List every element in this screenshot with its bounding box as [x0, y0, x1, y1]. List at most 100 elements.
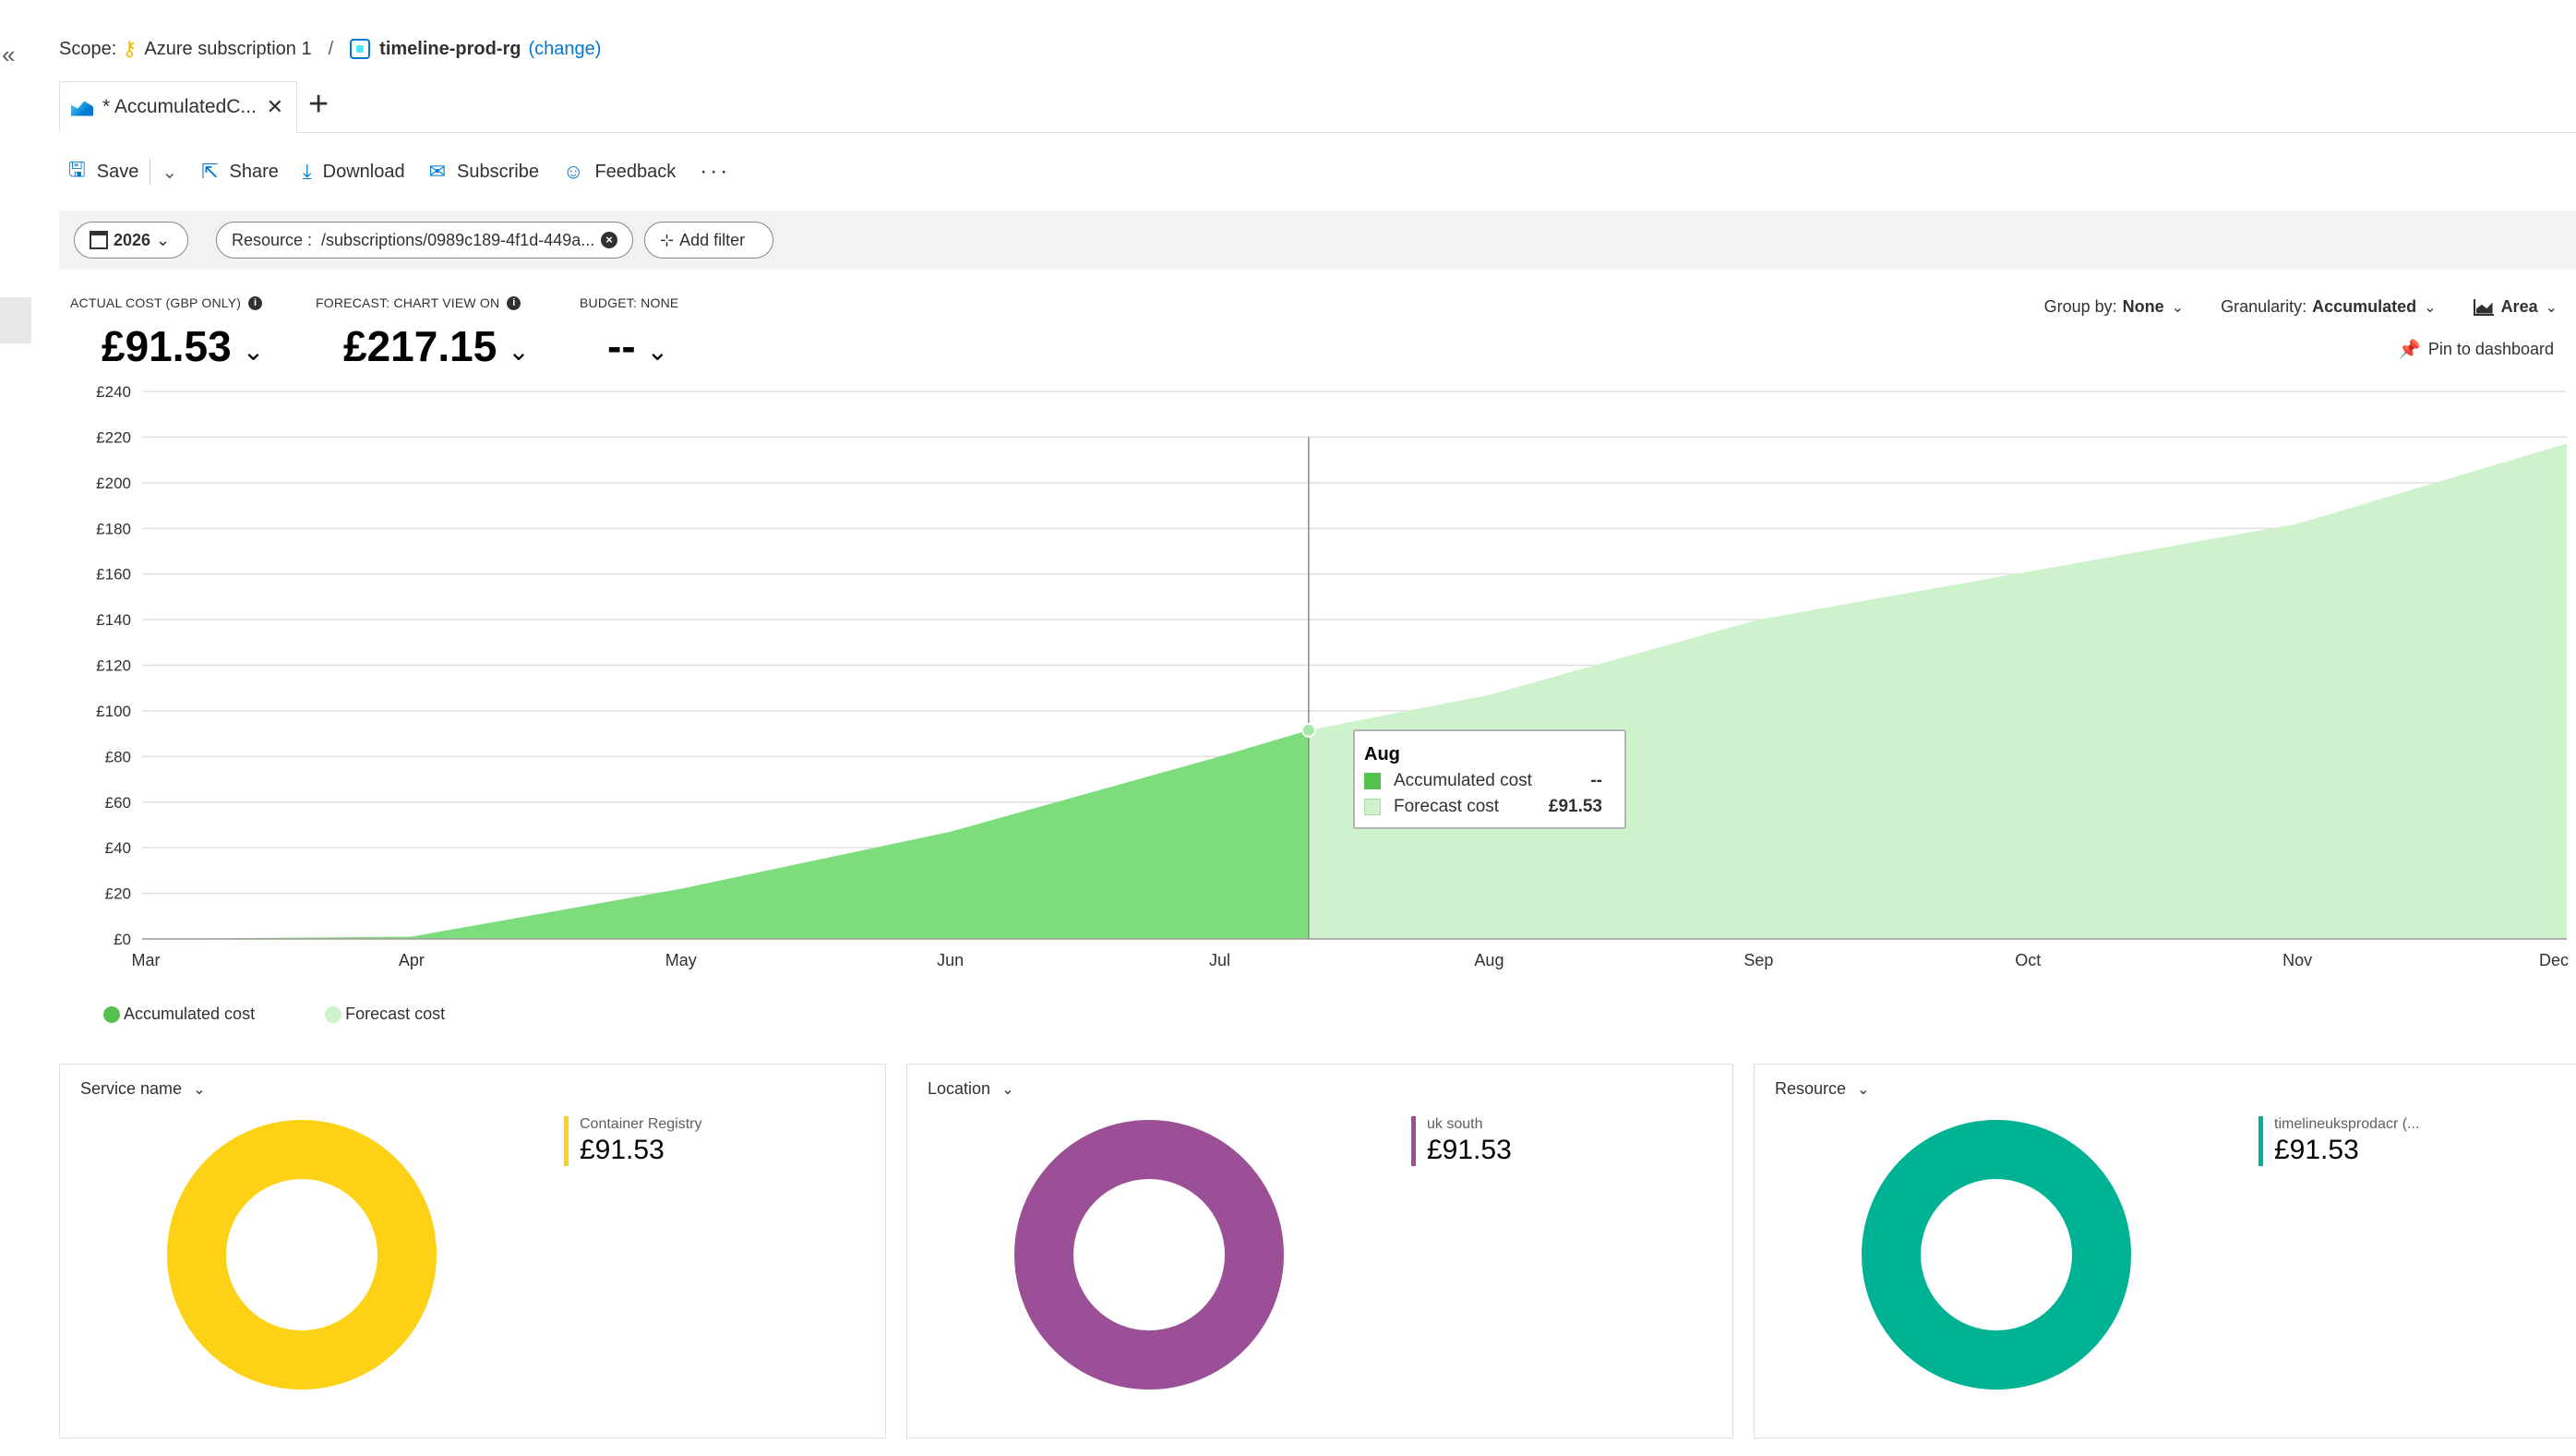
tooltip-row-actual: Accumulated cost --	[1364, 771, 1615, 791]
x-tick-label: Nov	[2282, 951, 2312, 969]
y-tick-label: £200	[96, 475, 131, 492]
share-icon: ⇱	[201, 160, 219, 183]
share-button[interactable]: ⇱ Share	[201, 160, 279, 184]
resource-filter-pill[interactable]: Resource : /subscriptions/0989c189-4f1d-…	[216, 222, 633, 259]
area-chart-icon	[2473, 298, 2494, 316]
x-tick-label: Aug	[1474, 951, 1504, 969]
scope-change-link[interactable]: (change)	[529, 39, 602, 60]
scope-bar: Scope: ⚷ Azure subscription 1 / timeline…	[59, 37, 601, 61]
chevron-down-icon[interactable]: ⌄	[647, 336, 668, 367]
actual-cost-value: £91.53	[102, 322, 232, 370]
close-icon[interactable]: ✕	[267, 95, 283, 119]
group-by-dropdown[interactable]: Group by: None ⌄	[2044, 297, 2184, 317]
card-title: Location	[928, 1079, 991, 1098]
chevron-down-icon[interactable]: ⌄	[243, 336, 264, 367]
legend-label: Accumulated cost	[124, 1005, 256, 1023]
granularity-dropdown[interactable]: Granularity: Accumulated ⌄	[2221, 297, 2436, 317]
key-icon: ⚷	[122, 37, 138, 60]
group-by-label: Group by:	[2043, 297, 2117, 316]
more-icon[interactable]: ···	[700, 159, 730, 185]
remove-filter-icon[interactable]: ×	[601, 232, 617, 248]
tab-label: * AccumulatedC...	[102, 95, 257, 117]
hover-point	[1300, 722, 1316, 738]
legend-dot	[325, 1005, 342, 1023]
download-button[interactable]: ⤓ Download	[303, 160, 405, 184]
location-dropdown[interactable]: Location ⌄	[928, 1079, 1013, 1099]
tooltip-swatch	[1364, 773, 1381, 789]
scope-subscription[interactable]: Azure subscription 1	[144, 39, 311, 60]
group-by-value: None	[2122, 297, 2164, 316]
area-chart-icon	[71, 101, 93, 116]
tooltip-row-forecast: Forecast cost £91.53	[1364, 797, 1615, 817]
subscribe-label: Subscribe	[457, 161, 539, 182]
service-name-dropdown[interactable]: Service name ⌄	[80, 1079, 205, 1099]
y-tick-label: £20	[105, 885, 131, 903]
view-controls: Group by: None ⌄ Granularity: Accumulated ⌄ …	[2007, 297, 2558, 317]
legend-dot	[103, 1005, 120, 1023]
donut-slice[interactable]	[167, 1120, 437, 1390]
filter-key: Resource :	[232, 230, 313, 249]
pin-to-dashboard-button[interactable]: 📌 Pin to dashboard	[2398, 338, 2554, 361]
y-tick-label: £160	[96, 566, 131, 584]
cost-area-chart[interactable]: £0 £20 £40 £60 £80 £100 £120 £140 £160 £180 £200 £2…	[0, 369, 2576, 979]
add-tab-button[interactable]: +	[308, 85, 329, 125]
resource-dropdown[interactable]: Resource ⌄	[1775, 1079, 1869, 1099]
chevron-down-icon[interactable]: ⌄	[508, 336, 529, 367]
location-donut-chart[interactable]	[1011, 1116, 1288, 1393]
x-tick-label: Oct	[2015, 951, 2041, 969]
donut-slice[interactable]	[1014, 1120, 1284, 1390]
download-label: Download	[322, 161, 405, 182]
y-tick-label: £140	[96, 611, 131, 629]
legend-item-forecast[interactable]: Forecast cost	[325, 1005, 445, 1024]
actual-cost-label: ACTUAL COST (GBP ONLY)	[70, 295, 242, 310]
change-label[interactable]: change	[534, 39, 595, 59]
card-legend-item: timelineuksprodacr (...	[2274, 1116, 2420, 1132]
breakdown-card-resource: Resource ⌄ timelineuksprodacr (... £91.53	[1754, 1064, 2576, 1438]
donut-slice[interactable]	[1862, 1120, 2131, 1390]
chevron-down-icon[interactable]: ⌄	[162, 161, 177, 184]
save-button[interactable]: 🖫 Save	[68, 154, 138, 189]
y-tick-label: £180	[96, 520, 131, 537]
x-tick-label: Sep	[1743, 951, 1773, 969]
tooltip-title: Aug	[1364, 744, 1400, 764]
y-tick-label: £60	[105, 794, 131, 812]
subscribe-icon: ✉	[428, 160, 447, 183]
add-filter-button[interactable]: ⊹ Add filter	[644, 222, 773, 259]
feedback-icon: ☺	[562, 160, 584, 183]
y-tick-label: £100	[96, 703, 131, 720]
view-tabs: * AccumulatedC... ✕ +	[59, 81, 2576, 133]
add-filter-label: Add filter	[679, 230, 746, 249]
card-legend: uk south £91.53	[1411, 1116, 1512, 1166]
resource-group-icon	[350, 39, 371, 59]
subscribe-button[interactable]: ✉ Subscribe	[429, 160, 539, 184]
chart-type-dropdown[interactable]: Area ⌄	[2473, 297, 2558, 317]
chevron-down-icon: ⌄	[1857, 1082, 1870, 1098]
date-range-pill[interactable]: 2026 ⌄	[74, 222, 188, 259]
info-icon[interactable]: i	[507, 295, 521, 310]
forecast-value: £217.15	[343, 322, 497, 370]
feedback-button[interactable]: ☺ Feedback	[563, 160, 676, 184]
resource-donut-chart[interactable]	[1858, 1116, 2135, 1393]
y-tick-label: £240	[96, 383, 131, 401]
chart-type-value: Area	[2500, 297, 2538, 316]
tooltip-label: Forecast cost	[1394, 797, 1500, 816]
sidebar-stub	[0, 297, 31, 343]
service-donut-chart[interactable]	[163, 1116, 440, 1393]
budget-label: BUDGET: NONE	[580, 295, 679, 310]
x-tick-label: Mar	[132, 951, 161, 969]
info-icon[interactable]: i	[248, 295, 263, 310]
feedback-label: Feedback	[594, 161, 677, 182]
x-tick-label: Jun	[937, 951, 964, 969]
collapse-nav-icon[interactable]: «	[2, 41, 15, 69]
pin-icon: 📌	[2397, 340, 2421, 360]
y-tick-label: £40	[105, 839, 131, 857]
save-label: Save	[96, 161, 139, 182]
forecast-kpi: FORECAST: CHART VIEW ON i £217.15 ⌄	[316, 295, 530, 371]
scope-label: Scope:	[59, 38, 117, 59]
breakdown-card-location: Location ⌄ uk south £91.53	[906, 1064, 1733, 1438]
breakdown-card-service: Service name ⌄ Container Registry £91.53	[59, 1064, 886, 1438]
card-legend: Container Registry £91.53	[564, 1116, 702, 1166]
tab-accumulated-cost[interactable]: * AccumulatedC... ✕	[59, 81, 297, 133]
chevron-down-icon: ⌄	[2545, 299, 2558, 316]
legend-item-accumulated[interactable]: Accumulated cost	[103, 1005, 255, 1024]
